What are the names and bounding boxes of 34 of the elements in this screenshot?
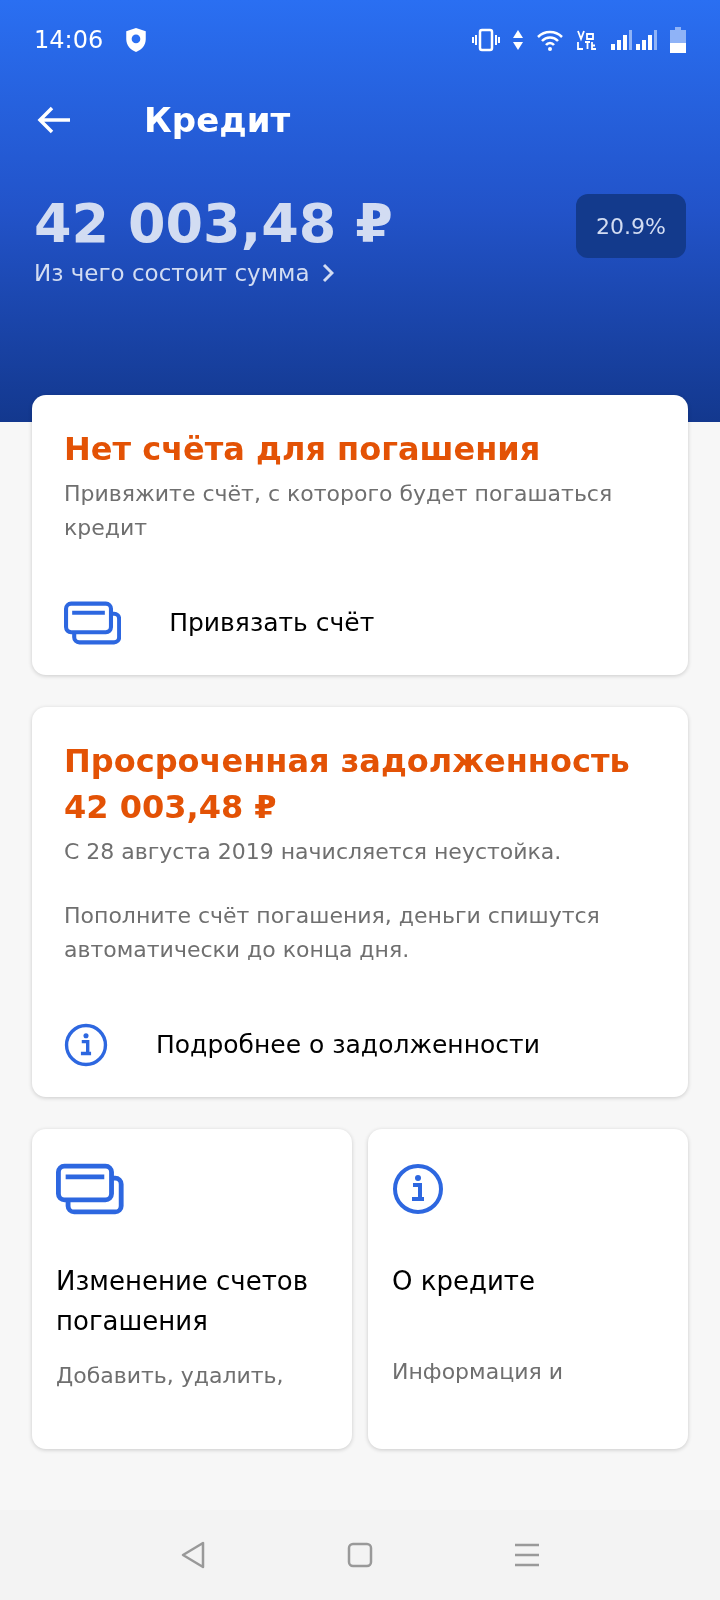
home-nav-icon[interactable] bbox=[347, 1542, 373, 1568]
tile-card[interactable]: О кредите Информация и bbox=[368, 1129, 688, 1449]
data-arrows-icon bbox=[512, 28, 524, 52]
wifi-icon bbox=[536, 29, 564, 51]
loan-amount: 42 003,48 ₽ bbox=[34, 192, 394, 256]
back-arrow-icon[interactable] bbox=[36, 105, 72, 135]
card-title: Просроченная задолженность bbox=[64, 741, 631, 782]
vibrate-icon bbox=[472, 28, 500, 52]
back-nav-icon[interactable] bbox=[180, 1540, 207, 1570]
info-icon bbox=[64, 1023, 108, 1067]
screen-title: Кредит bbox=[144, 98, 291, 142]
card-paragraph: С 28 августа 2019 начисляется неустойка. bbox=[64, 838, 563, 866]
tile-card[interactable]: Изменение счетов погашения Добавить, удалить, bbox=[32, 1129, 352, 1449]
status-time: 14:06 bbox=[34, 25, 104, 56]
card-description: Привяжите счёт, с которого будет погашаться кредит bbox=[64, 480, 614, 542]
chevron-right-icon bbox=[321, 263, 334, 284]
battery-icon bbox=[670, 27, 686, 53]
cards-icon bbox=[64, 601, 122, 645]
rate-badge: 20.9% bbox=[576, 194, 686, 258]
tile-title: О кредите bbox=[392, 1265, 536, 1298]
menu-nav-icon[interactable] bbox=[513, 1543, 540, 1567]
breakdown-link[interactable]: Из чего состоит сумма bbox=[34, 256, 576, 291]
volte-icon bbox=[576, 29, 598, 51]
card-action[interactable]: Подробнее о задолженности bbox=[64, 1007, 656, 1083]
cards-icon bbox=[56, 1163, 124, 1215]
card-title: Нет счёта для погашения bbox=[64, 429, 542, 470]
tile-description: Добавить, удалить, bbox=[56, 1362, 285, 1390]
overdue-amount: 42 003,48 ₽ bbox=[64, 787, 278, 828]
signal-icon bbox=[610, 30, 658, 50]
card-action[interactable]: Привязать счёт bbox=[64, 585, 656, 661]
tile-description: Информация и bbox=[392, 1358, 564, 1386]
card-paragraph: Пополните счёт погашения, деньги спишутся автоматически до конца дня. bbox=[64, 902, 601, 964]
info-icon bbox=[392, 1163, 444, 1215]
tile-title: Изменение счетов погашения bbox=[56, 1265, 310, 1338]
